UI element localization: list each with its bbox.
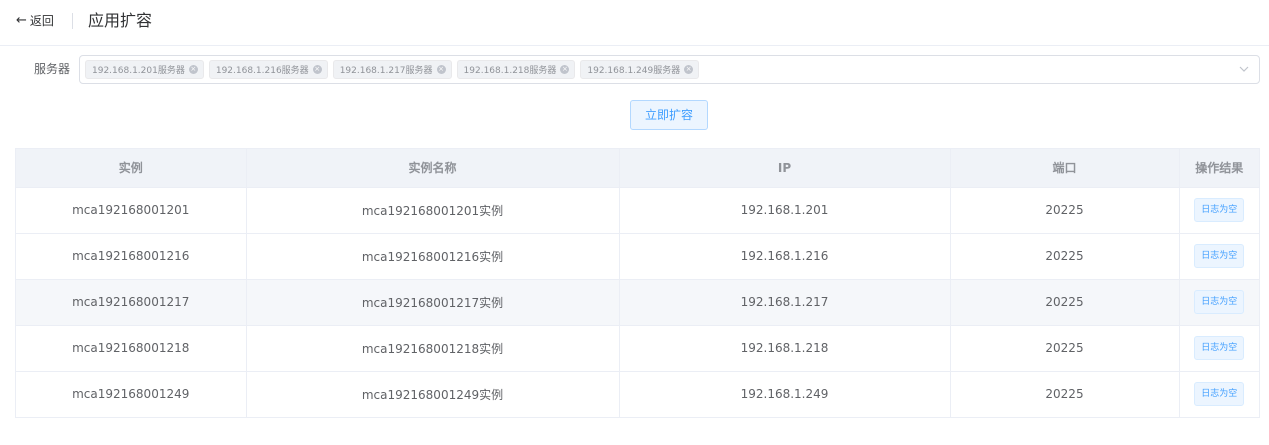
column-header-result: 操作结果	[1179, 149, 1259, 188]
cell-ip: 192.168.1.217	[619, 279, 951, 326]
table-row: mca192168001217 mca192168001217实例 192.16…	[16, 279, 1259, 326]
server-tag: 192.168.1.217服务器 ×	[332, 60, 452, 79]
column-header-instance-name: 实例名称	[246, 149, 620, 188]
cell-ip: 192.168.1.216	[619, 233, 951, 280]
server-tag-label: 192.168.1.218服务器	[463, 66, 557, 76]
tag-close-icon[interactable]: ×	[312, 65, 322, 74]
server-tag-label: 192.168.1.201服务器	[92, 66, 185, 76]
cell-instance-name: mca192168001218实例	[246, 325, 620, 372]
cell-instance-name: mca192168001216实例	[246, 233, 620, 280]
cell-result: 日志为空	[1179, 187, 1259, 234]
cell-instance: mca192168001249	[16, 371, 247, 417]
page-title: 应用扩容	[88, 11, 153, 30]
server-tag-label: 192.168.1.217服务器	[339, 66, 433, 76]
server-multiselect[interactable]: 192.168.1.201服务器 × 192.168.1.216服务器 × 19…	[79, 55, 1260, 84]
table-header-row: 实例 实例名称 IP 端口 操作结果	[16, 149, 1259, 188]
column-header-port: 端口	[950, 149, 1180, 188]
cell-port: 20225	[950, 371, 1180, 417]
server-tag: 192.168.1.201服务器 ×	[85, 60, 204, 79]
cell-result: 日志为空	[1179, 371, 1259, 417]
cell-instance: mca192168001201	[16, 187, 247, 234]
expand-now-button[interactable]: 立即扩容	[630, 100, 708, 130]
server-tag: 192.168.1.249服务器 ×	[580, 60, 700, 79]
cell-ip: 192.168.1.218	[619, 325, 951, 372]
chevron-down-icon[interactable]	[1238, 63, 1250, 75]
server-tag: 192.168.1.218服务器 ×	[456, 60, 576, 79]
header-divider	[72, 13, 73, 29]
cell-port: 20225	[950, 279, 1180, 326]
column-header-instance: 实例	[16, 149, 247, 188]
cell-port: 20225	[950, 233, 1180, 280]
page-header: ← 返回 应用扩容	[0, 0, 1269, 46]
back-label: 返回	[29, 14, 54, 28]
server-tag-label: 192.168.1.216服务器	[215, 66, 309, 76]
server-tag: 192.168.1.216服务器 ×	[208, 60, 328, 79]
cell-ip: 192.168.1.201	[619, 187, 951, 234]
cell-result: 日志为空	[1179, 233, 1259, 280]
cell-instance-name: mca192168001249实例	[246, 371, 620, 417]
column-header-ip: IP	[619, 149, 951, 188]
cell-result: 日志为空	[1179, 279, 1259, 326]
cell-ip: 192.168.1.249	[619, 371, 951, 417]
server-label: 服务器	[34, 62, 71, 76]
cell-port: 20225	[950, 325, 1180, 372]
instance-table: 实例 实例名称 IP 端口 操作结果 mca192168001201 mca19…	[15, 148, 1260, 418]
cell-result: 日志为空	[1179, 325, 1259, 372]
log-empty-button[interactable]: 日志为空	[1194, 290, 1245, 314]
cell-instance-name: mca192168001217实例	[246, 279, 620, 326]
table-row: mca192168001201 mca192168001201实例 192.16…	[16, 187, 1259, 234]
cell-instance-name: mca192168001201实例	[246, 187, 620, 234]
table-row: mca192168001249 mca192168001249实例 192.16…	[16, 371, 1259, 417]
server-tag-label: 192.168.1.249服务器	[587, 66, 681, 76]
tag-close-icon[interactable]: ×	[188, 65, 198, 74]
tag-close-icon[interactable]: ×	[684, 65, 694, 74]
back-button[interactable]: ← 返回	[16, 12, 54, 30]
arrow-left-icon: ←	[16, 13, 27, 28]
cell-instance: mca192168001218	[16, 325, 247, 372]
cell-instance: mca192168001216	[16, 233, 247, 280]
cell-instance: mca192168001217	[16, 279, 247, 326]
log-empty-button[interactable]: 日志为空	[1194, 198, 1245, 222]
table-row: mca192168001216 mca192168001216实例 192.16…	[16, 233, 1259, 280]
log-empty-button[interactable]: 日志为空	[1194, 244, 1245, 268]
tag-close-icon[interactable]: ×	[560, 65, 570, 74]
table-row: mca192168001218 mca192168001218实例 192.16…	[16, 325, 1259, 372]
tag-close-icon[interactable]: ×	[436, 65, 446, 74]
cell-port: 20225	[950, 187, 1180, 234]
log-empty-button[interactable]: 日志为空	[1194, 336, 1245, 360]
log-empty-button[interactable]: 日志为空	[1194, 382, 1245, 407]
